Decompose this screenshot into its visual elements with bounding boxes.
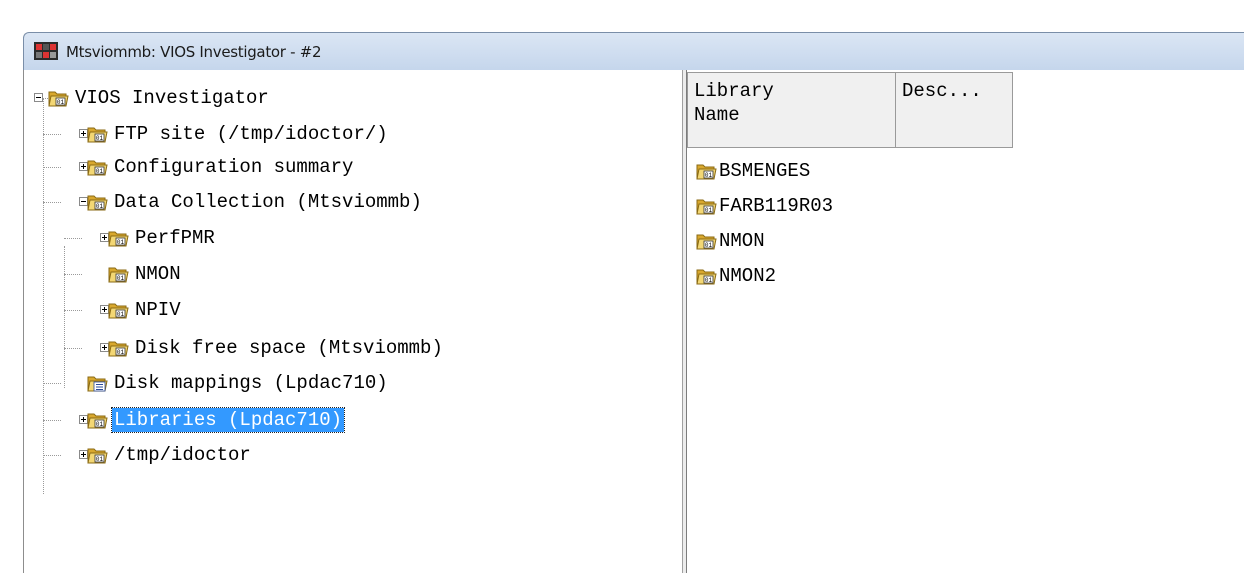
tree-connector [43, 98, 44, 494]
folder-icon [695, 265, 717, 287]
tree-item-ftp-site[interactable]: FTP site (/tmp/idoctor/) [86, 119, 390, 149]
tree-item-disk-free-space[interactable]: Disk free space (Mtsviommb) [107, 333, 445, 363]
tree-item-label: PerfPMR [135, 227, 215, 249]
tree-view[interactable]: VIOS Investigator FTP site (/tmp/idoctor… [24, 70, 684, 573]
folder-icon [695, 160, 717, 182]
list-item[interactable]: NMON [695, 228, 765, 254]
folder-icon [107, 299, 129, 321]
list-item[interactable]: BSMENGES [695, 158, 810, 184]
folder-icon [86, 409, 108, 431]
folder-icon [107, 337, 129, 359]
column-header-library-name[interactable]: Library Name [687, 72, 896, 148]
tree-item-tmp-idoctor[interactable]: /tmp/idoctor [86, 440, 253, 470]
client-area: VIOS Investigator FTP site (/tmp/idoctor… [23, 70, 1244, 573]
tree-connector [43, 420, 61, 421]
column-header-description[interactable]: Desc... [895, 72, 1013, 148]
tree-connector [64, 310, 82, 311]
tree-item-label: Libraries (Lpdac710) [110, 407, 346, 433]
tree-item-label: Disk mappings (Lpdac710) [114, 372, 388, 394]
folder-icon [695, 230, 717, 252]
tree-item-label: FTP site (/tmp/idoctor/) [114, 123, 388, 145]
tree-item-label: Disk free space (Mtsviommb) [135, 337, 443, 359]
collapse-icon[interactable] [34, 93, 43, 102]
library-name: NMON2 [719, 265, 777, 287]
title-bar[interactable]: Mtsviommb: VIOS Investigator - #2 [23, 32, 1244, 70]
list-item[interactable]: FARB119R03 [695, 193, 833, 219]
tree-item-label: /tmp/idoctor [114, 444, 251, 466]
folder-icon [86, 123, 108, 145]
window-title: Mtsviommb: VIOS Investigator - #2 [66, 43, 322, 61]
tree-item-label: VIOS Investigator [75, 87, 269, 109]
folder-icon [86, 156, 108, 178]
tree-item-libraries[interactable]: Libraries (Lpdac710) [86, 405, 346, 435]
library-name: BSMENGES [719, 160, 811, 182]
main-window: Mtsviommb: VIOS Investigator - #2 VIOS I… [23, 32, 1244, 573]
tree-connector [43, 134, 61, 135]
tree-item-configuration-summary[interactable]: Configuration summary [86, 152, 355, 182]
folder-icon [107, 263, 129, 285]
tree-connector [64, 274, 82, 275]
tree-item-root[interactable]: VIOS Investigator [47, 83, 271, 113]
tree-item-label: Configuration summary [114, 156, 354, 178]
app-icon [34, 42, 58, 60]
tree-item-nmon[interactable]: NMON [107, 259, 183, 289]
tree-item-perfpmr[interactable]: PerfPMR [107, 223, 217, 253]
folder-icon [107, 227, 129, 249]
folder-icon [695, 195, 717, 217]
list-item[interactable]: NMON2 [695, 263, 776, 289]
tree-connector [43, 167, 61, 168]
tree-connector [64, 348, 82, 349]
folder-icon [86, 444, 108, 466]
tree-item-data-collection[interactable]: Data Collection (Mtsviommb) [86, 187, 424, 217]
tree-item-disk-mappings[interactable]: Disk mappings (Lpdac710) [86, 368, 390, 398]
tree-connector [64, 246, 65, 388]
library-name: FARB119R03 [719, 195, 834, 217]
folder-icon [86, 191, 108, 213]
tree-connector [64, 238, 82, 239]
folder-icon [47, 87, 69, 109]
tree-item-label: Data Collection (Mtsviommb) [114, 191, 422, 213]
library-list[interactable]: Library Name Desc... BSMENGES FARB119R03… [687, 70, 1244, 573]
tree-connector [43, 455, 61, 456]
tree-item-label: NMON [135, 263, 181, 285]
tree-connector [43, 202, 61, 203]
tree-item-npiv[interactable]: NPIV [107, 295, 183, 325]
library-name: NMON [719, 230, 765, 252]
tree-item-label: NPIV [135, 299, 181, 321]
report-icon [86, 372, 108, 394]
tree-connector [43, 383, 61, 384]
